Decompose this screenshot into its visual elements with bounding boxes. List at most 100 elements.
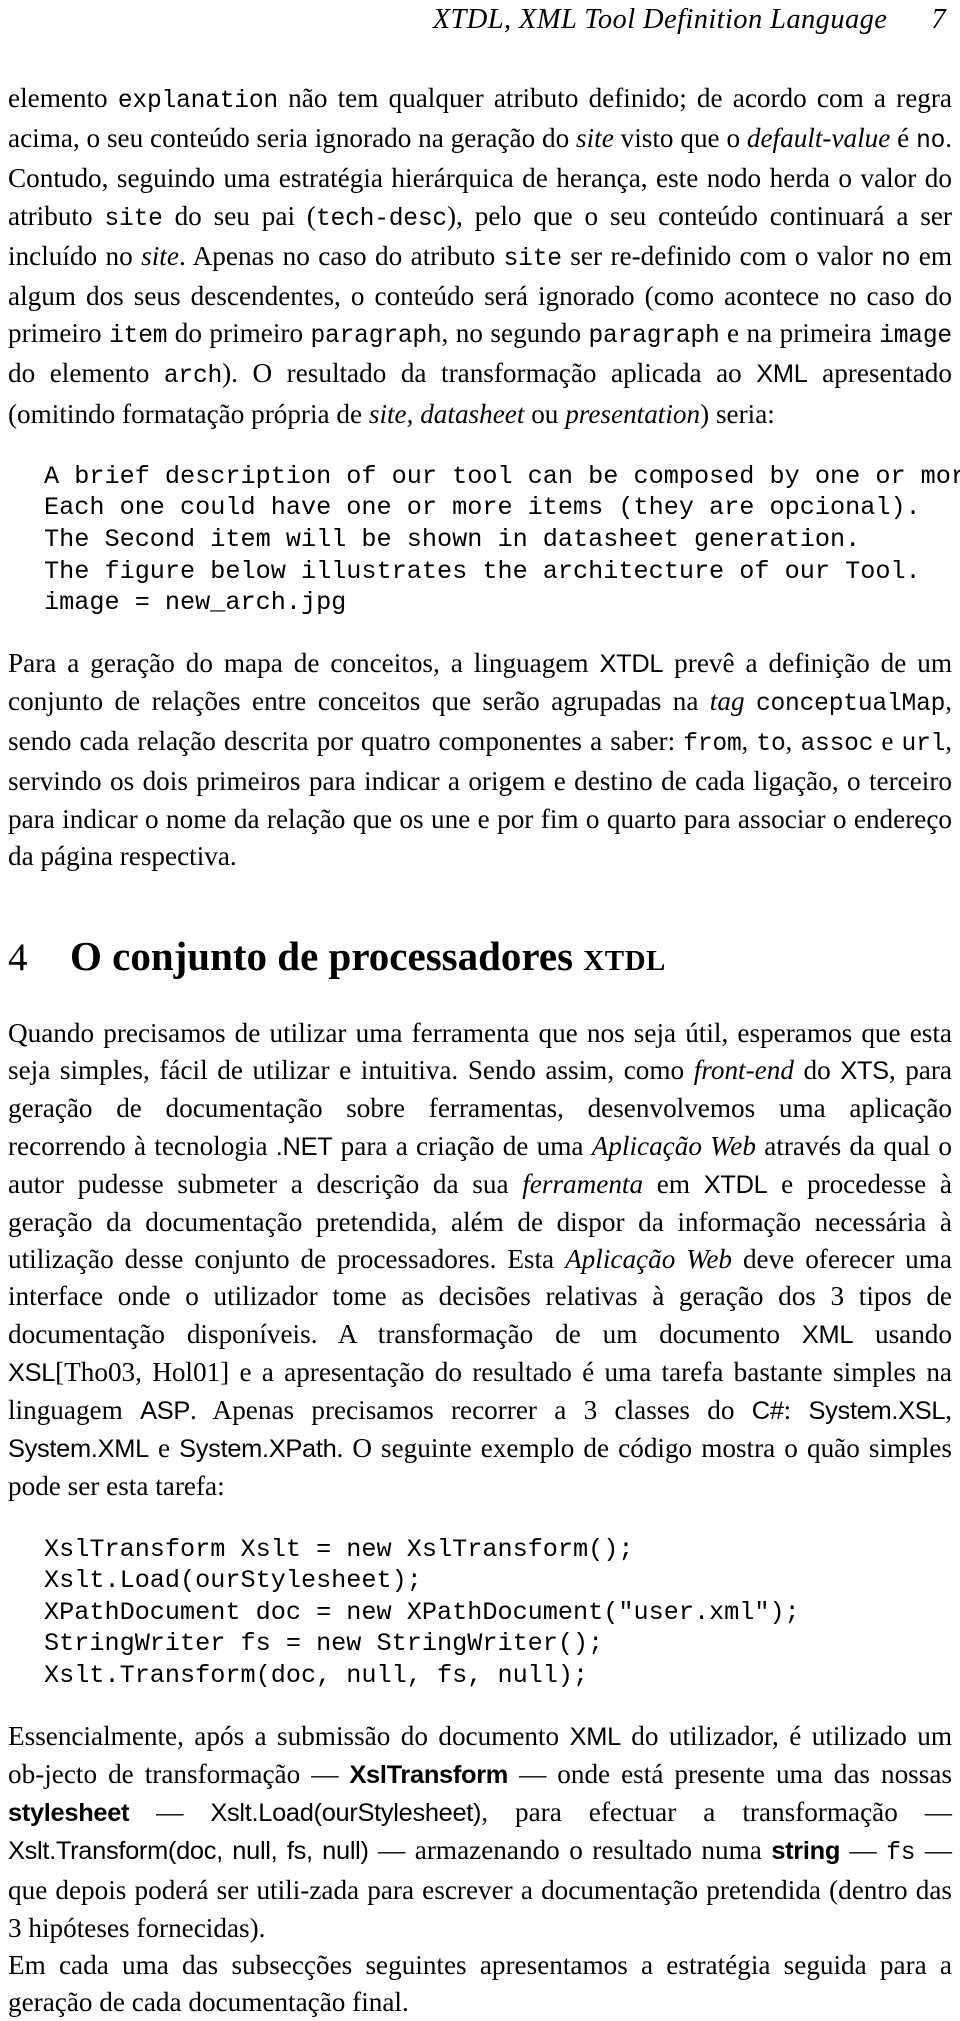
code-term-explanation: explanation: [117, 88, 278, 115]
verbatim-line: A brief description of our tool can be c…: [44, 461, 960, 491]
text-run: ,: [945, 1395, 953, 1426]
acronym-xml-2: XML: [801, 1320, 854, 1349]
code-term-paragraph: paragraph: [310, 323, 442, 351]
code-term-to: to: [756, 731, 786, 759]
verbatim-line: The Second item will be shown in datashe…: [44, 525, 861, 555]
text-run: —: [129, 1797, 211, 1828]
acronym-xtdl-2: XTDL: [703, 1170, 768, 1199]
text-run: visto que o: [613, 123, 747, 154]
text-run: ser re-definido com o valor: [561, 240, 882, 271]
code-term-image: image: [879, 323, 952, 351]
code-term-paragraph-2: paragraph: [588, 323, 720, 351]
text-run: é: [890, 123, 917, 154]
term-stylesheet: stylesheet: [8, 1799, 130, 1828]
text-run: —: [840, 1835, 887, 1866]
code-term-assoc: assoc: [800, 731, 874, 759]
verbatim-output-block: A brief description of our tool can be c…: [8, 461, 960, 619]
code-term-fs: fs: [886, 1840, 916, 1868]
text-run: em: [643, 1168, 704, 1199]
acronym-xts: XTS: [840, 1057, 889, 1086]
code-term-arch: arch: [163, 363, 223, 391]
section-heading: 4 O conjunto de processadores xtdl: [8, 933, 952, 981]
text-run: para a criação de uma: [332, 1130, 592, 1161]
emph-aplicacao-web-2: Aplicação Web: [565, 1244, 733, 1275]
acronym-xml: XML: [756, 360, 808, 389]
text-run: ou: [524, 398, 566, 429]
text-run: elemento: [8, 83, 118, 113]
text-run: do: [793, 1055, 841, 1086]
call-xslt-transform: Xslt.Transform(doc, null, fs, null): [8, 1837, 369, 1866]
text-run: do primeiro: [167, 318, 311, 349]
code-term-no-2: no: [881, 245, 911, 273]
code-term-site: site: [104, 205, 163, 233]
text-run: , para efectuar a transformação —: [481, 1797, 952, 1828]
paragraph-5: Em cada uma das subsecções seguintes apr…: [8, 1947, 952, 2021]
section-title: O conjunto de processadores xtdl: [70, 933, 666, 979]
text-run: :: [783, 1395, 809, 1426]
emph-ferramenta: ferramenta: [522, 1168, 644, 1199]
running-header-title: XTDL, XML Tool Definition Language: [432, 4, 888, 35]
class-system-xpath: System.XPath: [179, 1435, 337, 1464]
emph-site-2: site: [141, 240, 179, 271]
class-system-xml: System.XML: [8, 1435, 149, 1464]
text-run: e: [148, 1433, 180, 1464]
text-run: ,: [741, 726, 757, 757]
code-line: StringWriter fs = new StringWriter();: [44, 1629, 604, 1659]
text-run: — armazenando o resultado numa: [368, 1835, 772, 1866]
text-run: Para a geração do mapa de conceitos, a l…: [8, 647, 600, 678]
emph-presentation: presentation: [565, 398, 701, 429]
paragraph-4: Essencialmente, após a submissão do docu…: [8, 1718, 952, 1947]
code-term-item: item: [109, 323, 168, 351]
code-term-conceptualmap: conceptualMap: [755, 691, 946, 718]
text-run: — onde está presente uma das nossas: [508, 1758, 952, 1789]
text-run: do seu pai (: [162, 200, 316, 231]
section-title-smallcaps: xtdl: [583, 933, 666, 980]
emph-tag: tag: [709, 686, 745, 716]
acronym-csharp: C#: [751, 1397, 784, 1426]
running-header: XTDL, XML Tool Definition Language 7: [8, 0, 952, 36]
class-xsltransform: XslTransform: [349, 1760, 509, 1789]
section-number: 4: [8, 936, 28, 980]
verbatim-line: The figure below illustrates the archite…: [44, 556, 921, 586]
code-line: XslTransform Xslt = new XslTransform();: [44, 1534, 634, 1564]
text-run: . Apenas no caso do atributo: [178, 240, 504, 271]
verbatim-line: image = new_arch.jpg: [44, 588, 347, 618]
paragraph-2: Para a geração do mapa de conceitos, a l…: [8, 645, 952, 875]
text-run: ). O resultado da transformação aplicada…: [222, 358, 757, 389]
paragraph-1: elemento explanation não tem qualquer at…: [8, 80, 952, 433]
emph-front-end: front-end: [693, 1055, 794, 1086]
code-term-url: url: [901, 731, 946, 759]
section-title-main: O conjunto de processadores: [70, 933, 584, 980]
acronym-asp: ASP: [140, 1397, 190, 1426]
code-term-site-2: site: [503, 245, 562, 273]
emph-aplicacao-web: Aplicação Web: [591, 1130, 756, 1161]
text-run: ,: [785, 726, 801, 757]
acronym-xsl: XSL: [8, 1358, 56, 1387]
text-run: [745, 686, 756, 716]
emph-site-datasheet: site, datasheet: [368, 398, 525, 429]
text-run: Em cada uma das subsecções seguintes apr…: [8, 1949, 952, 2018]
text-run: usando: [853, 1318, 952, 1349]
paragraph-3: Quando precisamos de utilizar uma ferram…: [8, 1015, 952, 1506]
emph-site: site: [576, 123, 614, 154]
code-term-from: from: [683, 731, 742, 759]
code-listing-block: XslTransform Xslt = new XslTransform(); X…: [8, 1534, 952, 1692]
text-run: e na primeira: [719, 318, 880, 349]
code-term-no: no: [916, 128, 946, 156]
document-page: XTDL, XML Tool Definition Language 7 ele…: [0, 0, 960, 2017]
emph-default-value: default-value: [746, 123, 891, 154]
verbatim-line: Each one could have one or more items (t…: [44, 493, 921, 523]
text-run: Essencialmente, após a submissão do docu…: [8, 1720, 570, 1751]
text-run: do elemento: [8, 358, 164, 389]
call-xslt-load: Xslt.Load(ourStylesheet): [210, 1799, 482, 1828]
text-run: , no segundo: [441, 318, 589, 349]
page-number: 7: [931, 4, 946, 35]
acronym-xtdl: XTDL: [599, 649, 664, 678]
page-body: elemento explanation não tem qualquer at…: [8, 80, 960, 2021]
acronym-dotnet: .NET: [275, 1132, 333, 1161]
code-line: Xslt.Transform(doc, null, fs, null);: [44, 1661, 589, 1691]
text-run: e: [873, 726, 902, 757]
class-system-xsl: System.XSL: [808, 1397, 946, 1426]
code-term-tech-desc: tech-desc: [315, 205, 447, 233]
text-run: ) seria:: [700, 398, 775, 429]
